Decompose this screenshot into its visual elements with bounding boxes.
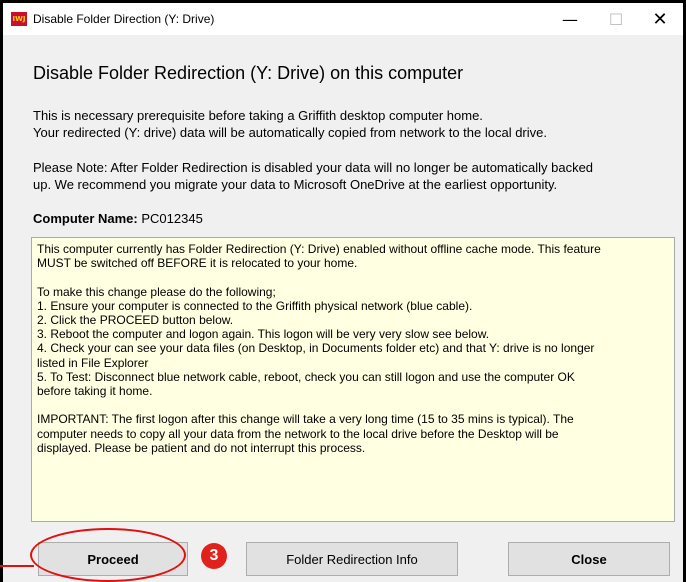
maximize-button[interactable]: ☐	[593, 3, 639, 35]
computer-name-row: Computer Name: PC012345	[33, 211, 203, 226]
minimize-button[interactable]: —	[547, 3, 593, 35]
computer-name-label: Computer Name:	[33, 211, 138, 226]
title-bar[interactable]: IWJ Disable Folder Direction (Y: Drive) …	[3, 3, 683, 35]
prerequisite-text: This is necessary prerequisite before ta…	[33, 108, 547, 140]
folder-redirection-info-button[interactable]: Folder Redirection Info	[246, 542, 458, 576]
instructions-textbox[interactable]: This computer currently has Folder Redir…	[31, 237, 675, 522]
close-button[interactable]: Close	[508, 542, 670, 576]
proceed-button[interactable]: Proceed	[38, 542, 188, 576]
app-logo-icon: IWJ	[11, 12, 27, 26]
note-text: Please Note: After Folder Redirection is…	[33, 160, 594, 192]
step-number-badge: 3	[201, 543, 227, 569]
close-window-button[interactable]: ✕	[637, 3, 683, 35]
window-title: Disable Folder Direction (Y: Drive)	[33, 12, 215, 26]
dialog-window: IWJ Disable Folder Direction (Y: Drive) …	[0, 0, 686, 582]
annotation-arrow	[0, 565, 34, 567]
page-title: Disable Folder Redirection (Y: Drive) on…	[33, 63, 464, 83]
computer-name-value: PC012345	[137, 211, 203, 226]
